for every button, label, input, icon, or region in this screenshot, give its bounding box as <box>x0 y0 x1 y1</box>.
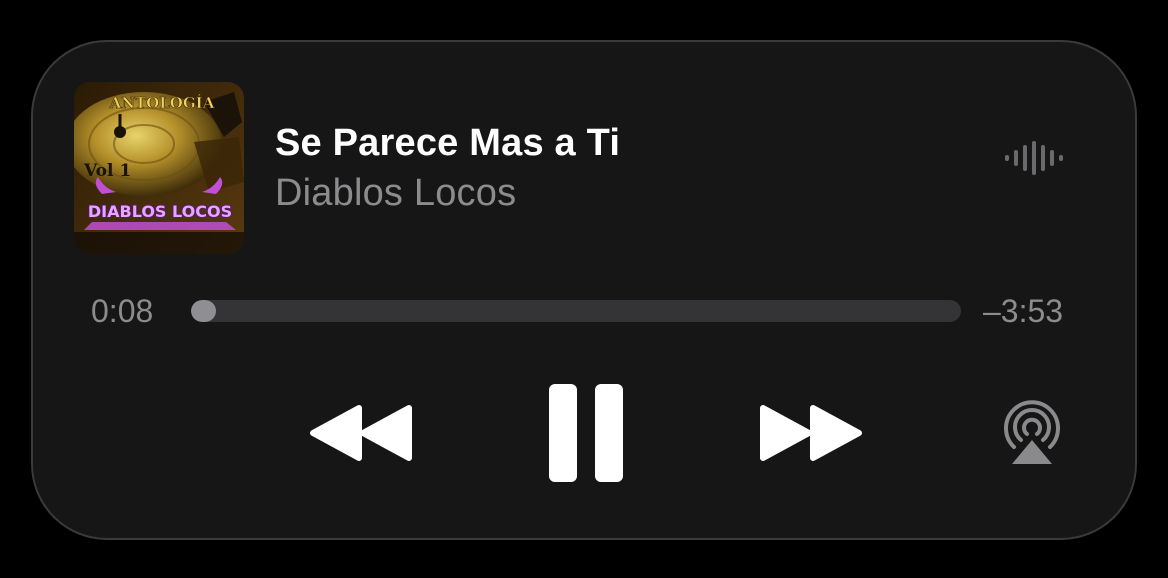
waveform-icon <box>1003 138 1069 178</box>
elapsed-time: 0:08 <box>91 293 154 329</box>
forward-button[interactable] <box>757 402 865 464</box>
pause-button[interactable] <box>547 382 627 484</box>
artwork-top-text: ANTOLOGÍA <box>109 94 215 112</box>
rewind-button[interactable] <box>307 402 415 464</box>
track-title: Se Parece Mas a Ti <box>275 122 621 164</box>
progress-fill <box>191 300 217 322</box>
remaining-time: –3:53 <box>983 293 1064 329</box>
album-artwork[interactable]: ANTOLOGÍA Vol 1 DIABLOS LOCOS <box>74 82 244 254</box>
album-cover-image: ANTOLOGÍA Vol 1 DIABLOS LOCOS <box>74 82 244 254</box>
airplay-icon <box>1004 400 1060 464</box>
backward-icon <box>310 405 412 461</box>
progress-scrubber[interactable] <box>191 300 961 322</box>
pause-icon <box>549 384 623 482</box>
now-playing-widget: ANTOLOGÍA Vol 1 DIABLOS LOCOS Se Parece … <box>31 40 1137 540</box>
forward-icon <box>760 405 862 461</box>
airplay-button[interactable] <box>997 398 1067 468</box>
artwork-logo-text: DIABLOS LOCOS <box>88 202 232 221</box>
artwork-volume-text: Vol 1 <box>83 161 131 181</box>
track-artist: Diablos Locos <box>275 172 517 214</box>
